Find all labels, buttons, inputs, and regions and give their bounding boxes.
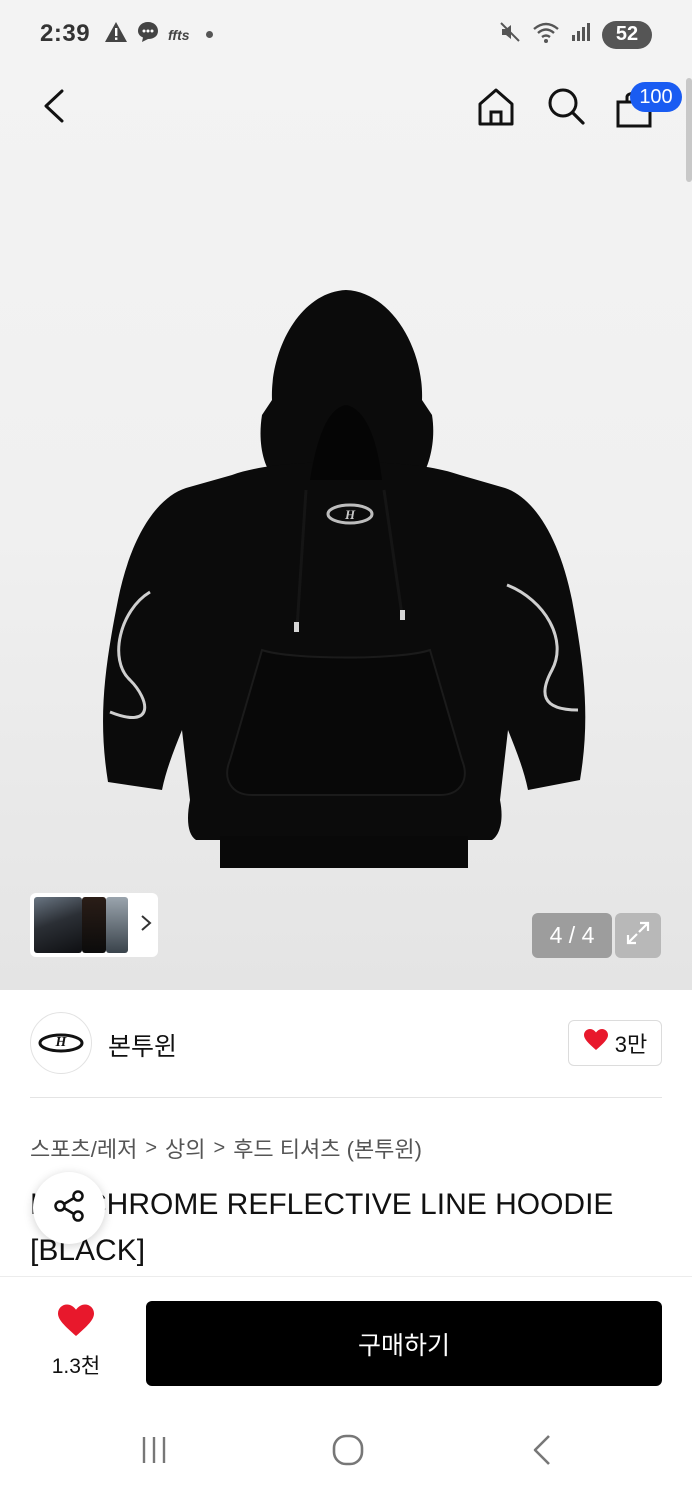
brand-row[interactable]: H 본투윈 3만 xyxy=(30,1012,662,1074)
status-time: 2:39 xyxy=(40,20,91,47)
favorite-count: 1.3천 xyxy=(51,1355,101,1378)
back-nav-button[interactable] xyxy=(524,1434,560,1470)
wifi-icon xyxy=(532,20,560,49)
expand-icon xyxy=(624,919,652,952)
signal-icon xyxy=(570,21,592,48)
breadcrumb-separator: > xyxy=(213,1136,226,1159)
buy-button[interactable]: 구매하기 xyxy=(146,1301,662,1386)
thumbnail-strip[interactable] xyxy=(30,893,158,957)
breadcrumb: 스포츠/레저 > 상의 > 후드 티셔츠 (본투윈) xyxy=(30,1132,422,1164)
app-icon: ffts xyxy=(168,26,190,43)
thumbnail-1[interactable] xyxy=(34,897,82,953)
product-image-gallery[interactable]: H xyxy=(0,70,692,990)
home-nav-button[interactable] xyxy=(326,1434,370,1470)
brand-name[interactable]: 본투윈 xyxy=(108,1027,177,1063)
breadcrumb-item-3[interactable]: 후드 티셔츠 (본투윈) xyxy=(233,1132,422,1164)
bottom-action-bar: 1.3천 구매하기 xyxy=(0,1276,692,1406)
status-icons-right: 52 xyxy=(498,20,652,49)
page-indicator: 4 / 4 xyxy=(532,913,612,958)
heart-icon xyxy=(56,1303,96,1344)
product-image: H xyxy=(103,290,586,868)
recents-icon xyxy=(139,1435,169,1470)
search-button[interactable] xyxy=(544,86,588,130)
recents-button[interactable] xyxy=(134,1434,174,1470)
home-icon xyxy=(476,86,516,131)
dot-icon xyxy=(205,31,213,38)
breadcrumb-separator: > xyxy=(145,1136,158,1159)
mute-icon xyxy=(498,20,522,49)
message-icon xyxy=(136,20,160,49)
breadcrumb-item-1[interactable]: 스포츠/레저 xyxy=(30,1132,137,1164)
chevron-right-icon[interactable] xyxy=(140,914,152,937)
back-nav-icon xyxy=(531,1434,553,1471)
brand-logo[interactable]: H xyxy=(30,1012,92,1074)
warning-icon xyxy=(104,21,128,48)
share-icon xyxy=(51,1188,87,1229)
cart-count-badge: 100 xyxy=(630,82,682,112)
back-button[interactable] xyxy=(34,88,74,128)
back-icon xyxy=(42,89,66,128)
brand-like-count: 3만 xyxy=(614,1032,648,1057)
share-button[interactable] xyxy=(33,1172,105,1244)
divider xyxy=(30,1097,662,1098)
thumbnail-3[interactable] xyxy=(106,897,128,953)
brand-logo-letter: H xyxy=(55,1035,67,1050)
thumbnail-2[interactable] xyxy=(82,897,106,953)
breadcrumb-item-2[interactable]: 상의 xyxy=(165,1132,205,1164)
expand-button[interactable] xyxy=(615,913,661,958)
scrollbar[interactable] xyxy=(686,78,692,182)
favorite-button[interactable]: 1.3천 xyxy=(30,1303,122,1380)
status-icons-left: ffts xyxy=(104,20,213,49)
search-icon xyxy=(546,86,586,131)
battery-icon: 52 xyxy=(602,20,652,49)
system-nav-bar xyxy=(0,1406,692,1500)
status-bar: 2:39 ffts 52 xyxy=(0,0,692,70)
hoodie-chest-logo: H xyxy=(344,507,356,522)
home-button-icon xyxy=(331,1433,365,1472)
home-button[interactable] xyxy=(474,86,518,130)
product-title: H... CHROME REFLECTIVE LINE HOODIE [BLAC… xyxy=(30,1188,614,1267)
heart-icon xyxy=(583,1028,609,1058)
brand-like-button[interactable]: 3만 xyxy=(568,1020,662,1066)
